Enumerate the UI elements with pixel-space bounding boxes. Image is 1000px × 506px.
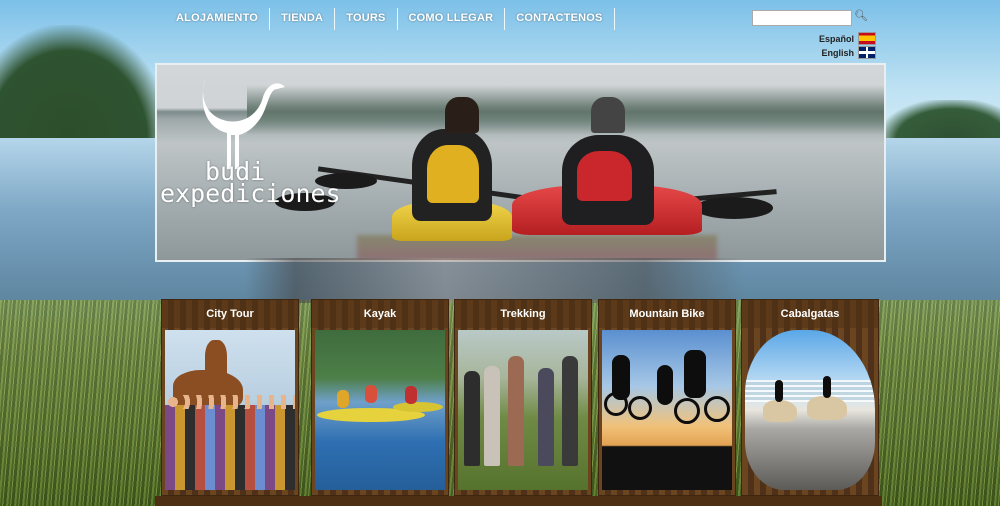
background-hills-left [0,25,170,140]
spain-flag-icon [858,32,876,45]
card-cabalgatas[interactable]: Cabalgatas [742,300,878,495]
brand-logo[interactable]: budi expediciones [160,159,341,208]
language-english-label: English [821,47,854,58]
search-input[interactable] [752,10,852,26]
bottom-bar [155,496,882,506]
nav-contactenos[interactable]: CONTACTENOS [505,8,615,30]
background-hills-right [880,100,1000,140]
card-mountain-bike[interactable]: Mountain Bike [599,300,735,495]
language-spanish[interactable]: Español [819,32,876,45]
city-tour-photo[interactable] [165,330,295,490]
language-spanish-label: Español [818,33,854,44]
nav-tienda[interactable]: TIENDA [270,8,336,30]
mountain-bike-photo[interactable] [602,330,732,490]
search-icon[interactable]: 🔍︎ [854,9,868,23]
card-title: Kayak [312,300,448,328]
activity-cards: City Tour Kayak Trekking Mountain Bike C… [162,300,878,506]
card-title: Mountain Bike [599,300,735,328]
uk-flag-icon [858,46,876,59]
card-trekking[interactable]: Trekking [455,300,591,495]
cabalgatas-photo[interactable] [745,330,875,490]
language-english[interactable]: English [821,46,876,59]
trekking-photo[interactable] [458,330,588,490]
card-title: Trekking [455,300,591,328]
main-nav: ALOJAMIENTO TIENDA TOURS COMO LLEGAR CON… [165,8,615,30]
kayak-photo[interactable] [315,330,445,490]
card-title: City Tour [162,300,298,328]
card-title: Cabalgatas [742,300,878,328]
card-kayak[interactable]: Kayak [312,300,448,495]
bird-logo-icon [202,79,285,169]
nav-como-llegar[interactable]: COMO LLEGAR [398,8,506,30]
brand-line2: expediciones [160,179,341,208]
hero-banner: budi expediciones [155,63,886,262]
nav-alojamiento[interactable]: ALOJAMIENTO [165,8,271,30]
card-city-tour[interactable]: City Tour [162,300,298,495]
nav-tours[interactable]: TOURS [335,8,398,30]
